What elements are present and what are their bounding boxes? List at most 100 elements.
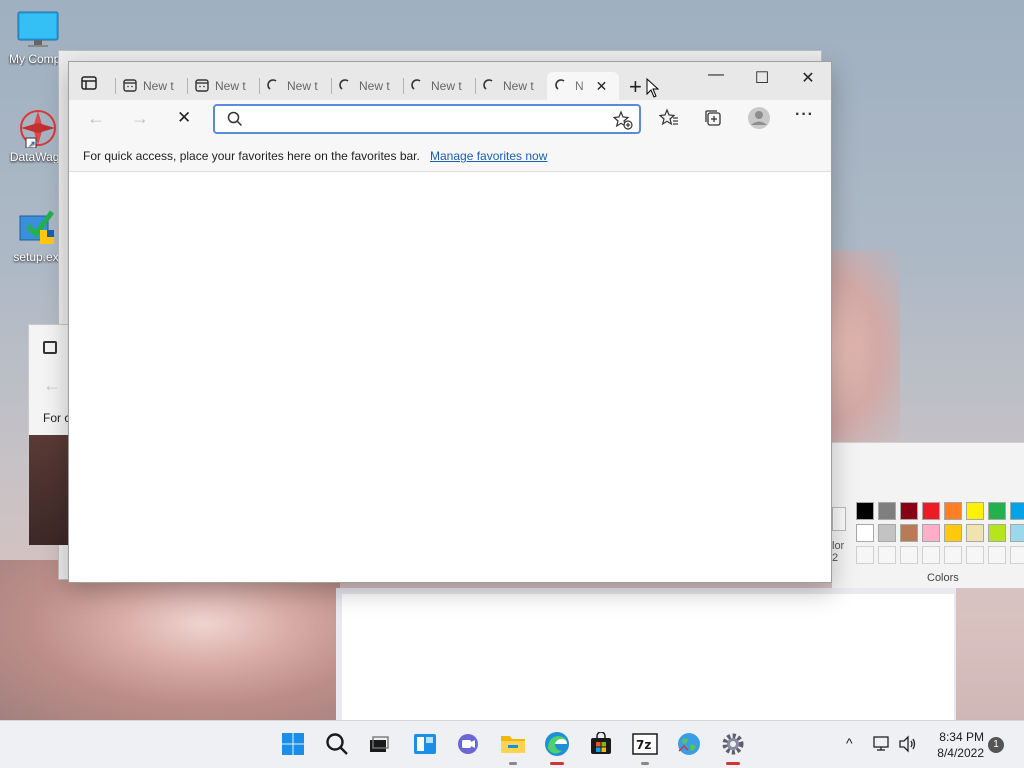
loading-icon	[339, 78, 353, 95]
color-swatch-empty[interactable]	[966, 546, 984, 564]
network-icon[interactable]	[872, 735, 892, 756]
edge-icon[interactable]	[542, 729, 572, 765]
clock[interactable]: 8:34 PM 8/4/2022	[926, 729, 984, 761]
color-swatch[interactable]	[856, 502, 874, 520]
color-swatch[interactable]	[878, 524, 896, 542]
stop-button[interactable]: ✕	[177, 108, 191, 128]
color-swatch[interactable]	[1010, 502, 1024, 520]
close-button[interactable]: ✕	[785, 68, 831, 88]
active-indicator	[550, 762, 564, 765]
monitor-icon	[16, 10, 60, 50]
paint-canvas-area[interactable]	[336, 588, 956, 720]
color-swatch[interactable]	[1010, 524, 1024, 542]
address-input[interactable]	[249, 110, 609, 128]
volume-icon[interactable]	[898, 735, 918, 756]
color-swatch[interactable]	[900, 502, 918, 520]
tray-chevron-icon[interactable]: ^	[846, 735, 853, 751]
color-swatch-empty[interactable]	[856, 546, 874, 564]
tab[interactable]: New t	[475, 72, 547, 100]
color-swatch[interactable]	[878, 502, 896, 520]
color-swatch[interactable]	[856, 524, 874, 542]
settings-gear-icon[interactable]	[718, 729, 748, 765]
tab-separator	[115, 78, 116, 94]
tab-separator	[403, 78, 404, 94]
clock-date: 8/4/2022	[937, 746, 984, 760]
mouse-cursor-icon	[646, 77, 660, 101]
color-2-swatch[interactable]	[832, 507, 846, 531]
close-tab-icon[interactable]: ✕	[596, 78, 608, 95]
color-swatch[interactable]	[944, 502, 962, 520]
edge-window: New t New t New t New t New t New t N ✕ …	[68, 61, 832, 583]
search-icon	[227, 111, 243, 130]
tab[interactable]: New t	[331, 72, 403, 100]
maximize-button[interactable]: ☐	[739, 68, 785, 88]
color-swatch[interactable]	[966, 524, 984, 542]
task-view-icon[interactable]	[364, 729, 394, 759]
svg-text:7z: 7z	[636, 738, 651, 752]
color-swatch[interactable]	[988, 502, 1006, 520]
paint-canvas[interactable]	[342, 594, 954, 720]
favorites-icon[interactable]	[658, 108, 679, 133]
tab-label: New t	[287, 79, 318, 93]
color-swatch[interactable]	[944, 524, 962, 542]
toolbar: ← → ✕ ···	[69, 100, 831, 140]
tab-separator	[475, 78, 476, 94]
loading-icon	[483, 78, 497, 95]
svg-text:↗: ↗	[28, 140, 36, 148]
address-bar[interactable]	[213, 104, 641, 134]
clock-time: 8:34 PM	[939, 730, 984, 744]
color-swatch[interactable]	[922, 502, 940, 520]
more-menu-icon[interactable]: ···	[795, 106, 814, 124]
file-explorer-icon[interactable]	[498, 729, 528, 765]
color-swatch-empty[interactable]	[944, 546, 962, 564]
color-swatch[interactable]	[988, 524, 1006, 542]
tab[interactable]: New t	[259, 72, 331, 100]
favorites-bar-message: For quick access, place your favorites h…	[83, 149, 420, 163]
tab-actions-icon	[43, 341, 57, 354]
loading-icon	[411, 78, 425, 95]
page-content[interactable]	[69, 172, 831, 582]
tab-label: New t	[143, 79, 174, 93]
calendar-icon	[195, 78, 209, 95]
notification-badge[interactable]: 1	[988, 737, 1004, 753]
color-swatch-empty[interactable]	[1010, 546, 1024, 564]
back-button[interactable]: ←	[87, 108, 105, 129]
tab[interactable]: New t	[403, 72, 475, 100]
tab[interactable]: New t	[187, 72, 259, 100]
color-swatch-empty[interactable]	[988, 546, 1006, 564]
start-icon[interactable]	[278, 729, 308, 759]
7zip-icon[interactable]: 7z	[630, 729, 660, 765]
taskbar: 7z ^ 8:34 PM 8/4/2022 1	[0, 720, 1024, 768]
forward-button[interactable]: →	[131, 108, 149, 129]
add-favorite-icon[interactable]	[612, 110, 633, 133]
globe-network-icon[interactable]	[674, 729, 704, 759]
installer-icon	[14, 208, 58, 248]
color-label-fragment: 2	[832, 552, 839, 564]
tab[interactable]: New t	[115, 72, 187, 100]
color-swatch[interactable]	[900, 524, 918, 542]
minimize-button[interactable]: —	[693, 66, 739, 84]
collections-icon[interactable]	[703, 108, 723, 133]
tab-actions-icon[interactable]	[81, 76, 99, 92]
new-tab-button[interactable]: +	[629, 74, 642, 100]
active-indicator	[726, 762, 740, 765]
color-swatch-empty[interactable]	[878, 546, 896, 564]
color-swatch[interactable]	[922, 524, 940, 542]
tab-separator	[331, 78, 332, 94]
color-swatch-empty[interactable]	[922, 546, 940, 564]
search-icon[interactable]	[322, 729, 352, 759]
favbar-message-fragment: For c	[43, 411, 71, 425]
tab-label: New t	[359, 79, 390, 93]
tab-label: New t	[431, 79, 462, 93]
widgets-icon[interactable]	[410, 729, 440, 759]
colors-group-label: Colors	[927, 572, 959, 584]
tab-active[interactable]: N ✕	[547, 72, 619, 100]
profile-avatar-icon[interactable]	[747, 106, 771, 135]
store-icon[interactable]	[586, 729, 616, 759]
color-label-fragment: lor	[832, 540, 845, 552]
chat-icon[interactable]	[454, 729, 484, 759]
tab-label: New t	[215, 79, 246, 93]
manage-favorites-link[interactable]: Manage favorites now	[430, 149, 547, 163]
color-swatch-empty[interactable]	[900, 546, 918, 564]
color-swatch[interactable]	[966, 502, 984, 520]
